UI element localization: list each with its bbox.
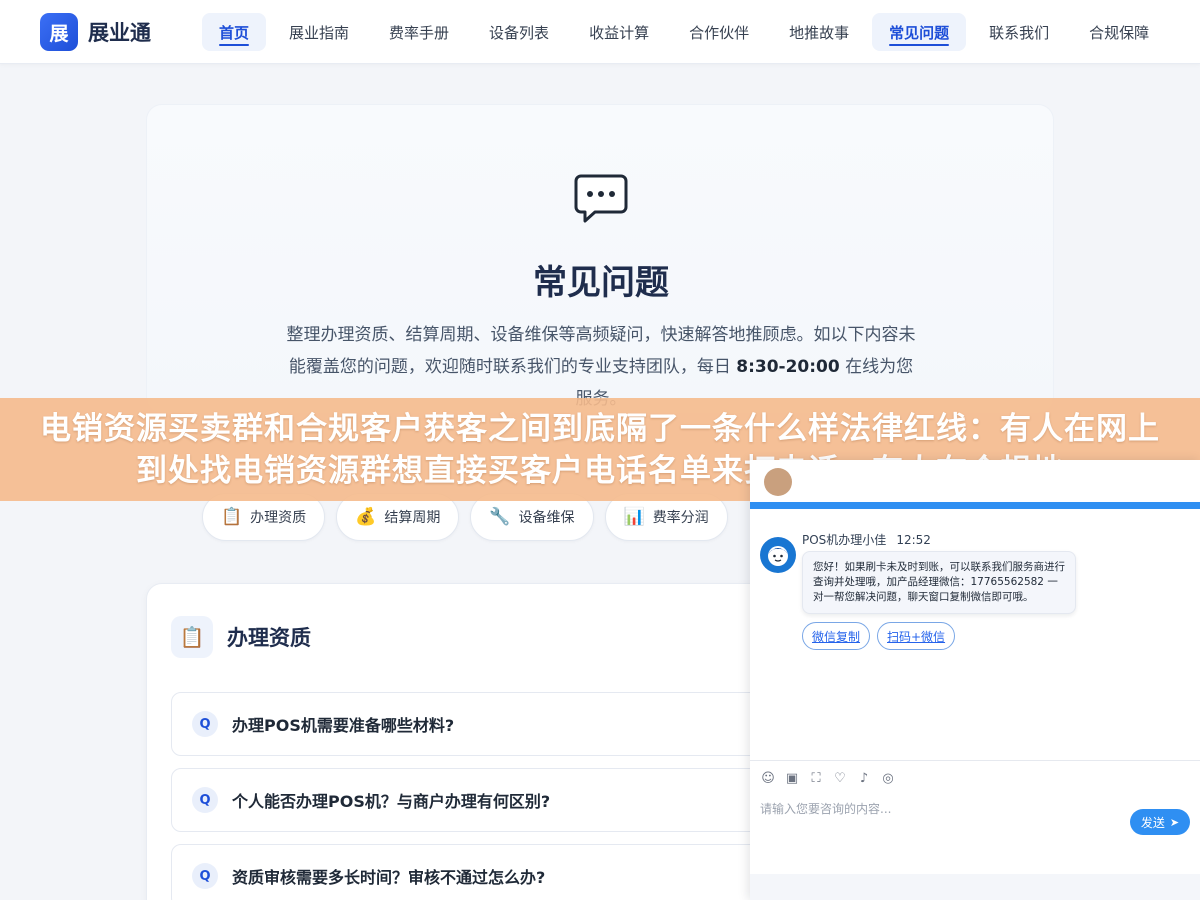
chat-divider bbox=[750, 760, 1200, 761]
nav-item-income-calc[interactable]: 收益计算 bbox=[572, 13, 666, 51]
chip-label: 费率分润 bbox=[652, 510, 709, 526]
question-badge-icon: Q bbox=[192, 711, 218, 737]
logo-mark-icon: 展 bbox=[40, 13, 78, 51]
history-icon[interactable]: ◎ bbox=[880, 770, 896, 786]
wrench-icon: 🔧 bbox=[489, 507, 511, 527]
nav-item-home[interactable]: 首页 bbox=[202, 13, 267, 51]
chat-header-bar bbox=[750, 502, 1200, 509]
nav-item-devices[interactable]: 设备列表 bbox=[472, 13, 566, 51]
chat-header-title: POS机办理小佳为您服务 bbox=[800, 476, 944, 491]
agent-name: POS机办理小佳 bbox=[802, 533, 887, 547]
chip-label: 办理资质 bbox=[250, 510, 307, 526]
faq-hero: 常见问题 整理办理资质、结算周期、设备维保等高频疑问，快速解答地推顾虑。如以下内… bbox=[146, 104, 1054, 414]
copy-wechat-button[interactable]: 微信复制 bbox=[802, 622, 871, 650]
page-title: 常见问题 bbox=[533, 263, 669, 303]
rate-icon[interactable]: ♡ bbox=[832, 770, 848, 786]
maximize-icon[interactable]: ◻ bbox=[1174, 466, 1186, 484]
service-hours: 8:30-20:00 bbox=[736, 357, 840, 377]
send-arrow-icon: ➤ bbox=[1169, 815, 1180, 829]
faq-section-header: 📋 办理资质 bbox=[171, 616, 311, 658]
mute-icon[interactable]: ♪ bbox=[856, 770, 872, 786]
message-time: 12:52 bbox=[896, 533, 931, 547]
send-label: 发送 bbox=[1140, 815, 1165, 830]
nav-item-faq[interactable]: 常见问题 bbox=[872, 13, 967, 51]
nav-item-compliance[interactable]: 合规保障 bbox=[1072, 13, 1166, 51]
scan-add-wechat-button[interactable]: 扫码+微信 bbox=[877, 622, 956, 650]
nav-item-stories[interactable]: 地推故事 bbox=[772, 13, 866, 51]
agent-face-icon bbox=[768, 546, 788, 566]
image-icon[interactable]: ▣ bbox=[784, 770, 800, 786]
agent-avatar-small bbox=[764, 468, 792, 496]
smile-icon[interactable]: ☺ bbox=[760, 770, 776, 786]
faq-question-text: 个人能否办理POS机？与商户办理有何区别? bbox=[232, 792, 551, 811]
bar-chart-icon: 📊 bbox=[623, 507, 645, 527]
chat-bubble-icon bbox=[574, 174, 628, 223]
agent-avatar bbox=[760, 537, 796, 573]
chat-toolbar: ☺ ▣ ⛶ ♡ ♪ ◎ bbox=[760, 770, 904, 786]
top-navbar: 展 展业通 首页 展业指南 费率手册 设备列表 收益计算 合作伙伴 地推故事 常… bbox=[0, 0, 1200, 64]
question-badge-icon: Q bbox=[192, 863, 218, 889]
faq-question-text: 资质审核需要多长时间？审核不通过怎么办? bbox=[232, 868, 546, 887]
chat-message-input[interactable] bbox=[760, 798, 1120, 820]
brand-name: 展业通 bbox=[88, 21, 151, 45]
minimize-icon[interactable]: — bbox=[1154, 466, 1169, 484]
agent-message-bubble: 您好！如果刷卡未及时到账，可以联系我们服务商进行查询并处理哦，加产品经理微信：1… bbox=[802, 551, 1076, 614]
faq-question-text: 办理POS机需要准备哪些材料? bbox=[232, 716, 455, 735]
question-badge-icon: Q bbox=[192, 787, 218, 813]
nav-item-partners[interactable]: 合作伙伴 bbox=[672, 13, 766, 51]
chat-header[interactable]: POS机办理小佳为您服务 — ◻ bbox=[750, 460, 1200, 502]
nav-item-rates[interactable]: 费率手册 bbox=[372, 13, 466, 51]
nav-item-guide[interactable]: 展业指南 bbox=[272, 13, 366, 51]
chip-label: 结算周期 bbox=[384, 510, 441, 526]
money-bag-icon: 💰 bbox=[355, 507, 377, 527]
brand-logo[interactable]: 展 展业通 bbox=[40, 13, 151, 51]
send-button[interactable]: 发送 ➤ bbox=[1130, 809, 1190, 835]
clipboard-icon: 📋 bbox=[221, 507, 243, 527]
nav-menu: 首页 展业指南 费率手册 设备列表 收益计算 合作伙伴 地推故事 常见问题 联系… bbox=[202, 13, 1172, 51]
faq-section-title: 办理资质 bbox=[227, 626, 311, 650]
clipboard-icon: 📋 bbox=[171, 616, 213, 658]
nav-item-contact[interactable]: 联系我们 bbox=[972, 13, 1066, 51]
screenshot-icon[interactable]: ⛶ bbox=[808, 770, 824, 786]
chip-label: 设备维保 bbox=[518, 510, 575, 526]
chat-widget: POS机办理小佳为您服务 — ◻ POS机办理小佳 12:52 您好！如果刷卡未及… bbox=[750, 460, 1200, 900]
message-meta: POS机办理小佳 12:52 bbox=[802, 531, 931, 548]
chat-footer bbox=[750, 874, 1200, 900]
